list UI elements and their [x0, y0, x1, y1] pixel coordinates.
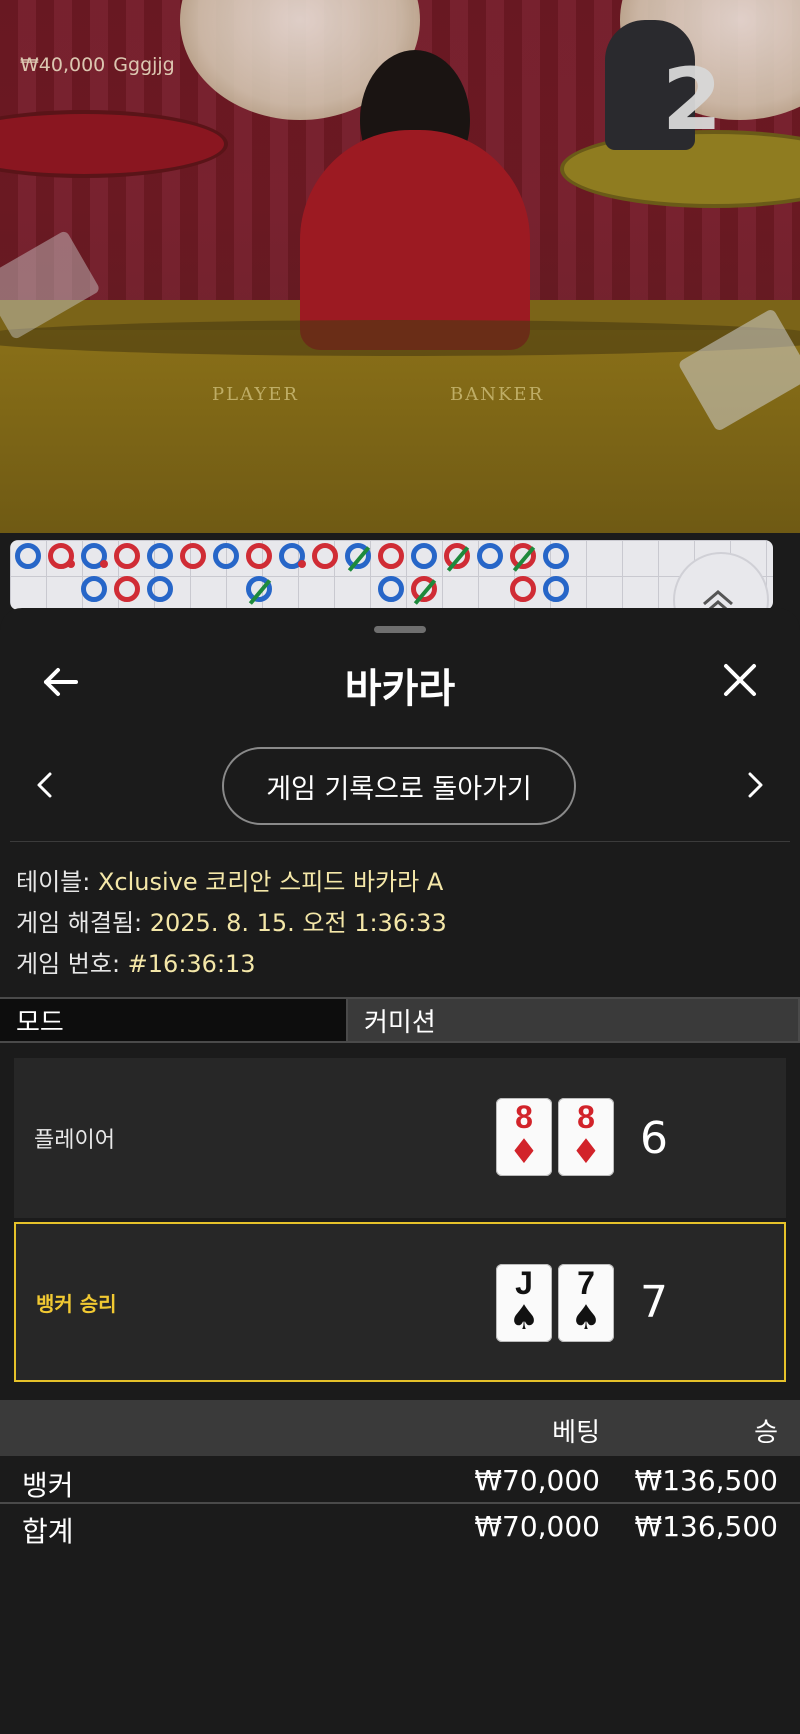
- road-bead: [543, 543, 569, 569]
- road-bead: [213, 543, 239, 569]
- road-bead: [81, 543, 108, 569]
- round-label: 게임 번호:: [16, 950, 128, 978]
- player-hand: 플레이어 8 ♦ 8 ♦ 6: [14, 1058, 786, 1218]
- tab-mode[interactable]: 모드: [0, 999, 348, 1041]
- banker-hand-label: 뱅커 승리: [36, 1291, 117, 1316]
- close-icon[interactable]: [718, 658, 762, 702]
- playing-card: 8 ♦: [496, 1098, 552, 1176]
- road-bead: [510, 543, 536, 569]
- road-bead: [477, 543, 503, 569]
- road-bead: [15, 543, 41, 569]
- countdown-timer: 2: [662, 50, 722, 150]
- road-bead: [48, 543, 75, 569]
- player-hand-total: 6: [640, 1112, 668, 1164]
- diamond-icon: ♦: [508, 1132, 540, 1172]
- bet-type: 뱅커: [22, 1469, 74, 1502]
- road-bead: [411, 576, 437, 602]
- balance-amount: ₩40,000: [20, 54, 106, 76]
- playing-card: 7 ♠: [558, 1264, 614, 1342]
- road-bead: [180, 543, 206, 569]
- playing-card: J ♠: [496, 1264, 552, 1342]
- felt-banker-label: BANKER: [450, 384, 545, 405]
- road-bead: [345, 543, 371, 569]
- round-value: #16:36:13: [127, 950, 256, 978]
- spade-icon: ♠: [508, 1298, 540, 1338]
- total-win-amount: ₩136,500: [634, 1510, 778, 1543]
- card-rank: 7: [577, 1265, 595, 1301]
- page-title: 바카라: [344, 666, 456, 712]
- table-label: 테이블:: [16, 868, 98, 896]
- column-header-win: 승: [754, 1418, 778, 1448]
- balance-display: ₩40,000 Gggjjg: [20, 54, 183, 76]
- divider: [10, 841, 790, 842]
- total-row: 합계 ₩70,000 ₩136,500: [0, 1502, 800, 1548]
- game-detail-sheet: 바카라 게임 기록으로 돌아가기 테이블: Xclusive 코리안 스피드 바…: [0, 608, 800, 1734]
- resolved-value: 2025. 8. 15. 오전 1:36:33: [149, 909, 447, 937]
- road-bead: [411, 543, 437, 569]
- bet-amount: ₩70,000: [474, 1464, 600, 1497]
- total-label: 합계: [22, 1515, 74, 1548]
- bead-road-map[interactable]: [10, 540, 773, 610]
- resolved-info: 게임 해결됨: 2025. 8. 15. 오전 1:36:33: [16, 903, 447, 938]
- win-amount: ₩136,500: [634, 1464, 778, 1497]
- banker-hand-total: 7: [640, 1276, 668, 1328]
- live-video-stream: PLAYER BANKER ₩40,000 Gggjjg 2: [0, 0, 800, 533]
- road-bead: [279, 543, 306, 569]
- road-bead: [246, 543, 272, 569]
- road-bead: [510, 576, 536, 602]
- road-bead: [246, 576, 272, 602]
- felt-player-label: PLAYER: [212, 384, 299, 405]
- road-bead: [147, 576, 173, 602]
- playing-card: 8 ♦: [558, 1098, 614, 1176]
- road-bead: [81, 576, 107, 602]
- card-rank: 8: [577, 1099, 595, 1135]
- mode-tabs: 모드 커미션: [0, 997, 800, 1043]
- next-game-button[interactable]: [740, 770, 770, 800]
- diamond-icon: ♦: [570, 1132, 602, 1172]
- sheet-drag-handle[interactable]: [374, 626, 426, 633]
- tab-commission[interactable]: 커미션: [348, 999, 800, 1041]
- road-bead: [543, 576, 569, 602]
- column-header-bet: 베팅: [552, 1418, 600, 1448]
- table-value: Xclusive 코리안 스피드 바카라 A: [97, 868, 444, 896]
- road-bead: [444, 543, 470, 569]
- spade-icon: ♠: [570, 1298, 602, 1338]
- card-rank: 8: [515, 1099, 533, 1135]
- road-bead: [378, 543, 404, 569]
- dealer: [300, 130, 530, 350]
- road-bead: [312, 543, 338, 569]
- player-hand-label: 플레이어: [34, 1128, 115, 1153]
- road-bead: [114, 576, 140, 602]
- previous-game-button[interactable]: [30, 770, 60, 800]
- table-edge: [0, 320, 800, 356]
- player-name: Gggjjg: [113, 54, 175, 76]
- card-rank: J: [515, 1265, 533, 1301]
- bets-table-header: 베팅 승: [0, 1400, 800, 1456]
- road-bead: [114, 543, 140, 569]
- table-info: 테이블: Xclusive 코리안 스피드 바카라 A: [16, 862, 443, 897]
- total-bet-amount: ₩70,000: [474, 1510, 600, 1543]
- table-row: 뱅커 ₩70,000 ₩136,500: [0, 1458, 800, 1502]
- round-info: 게임 번호: #16:36:13: [16, 944, 256, 979]
- back-to-history-button[interactable]: 게임 기록으로 돌아가기: [222, 747, 576, 825]
- road-bead: [378, 576, 404, 602]
- banker-hand: 뱅커 승리 J ♠ 7 ♠ 7: [14, 1222, 786, 1382]
- resolved-label: 게임 해결됨:: [16, 909, 150, 937]
- road-bead: [147, 543, 173, 569]
